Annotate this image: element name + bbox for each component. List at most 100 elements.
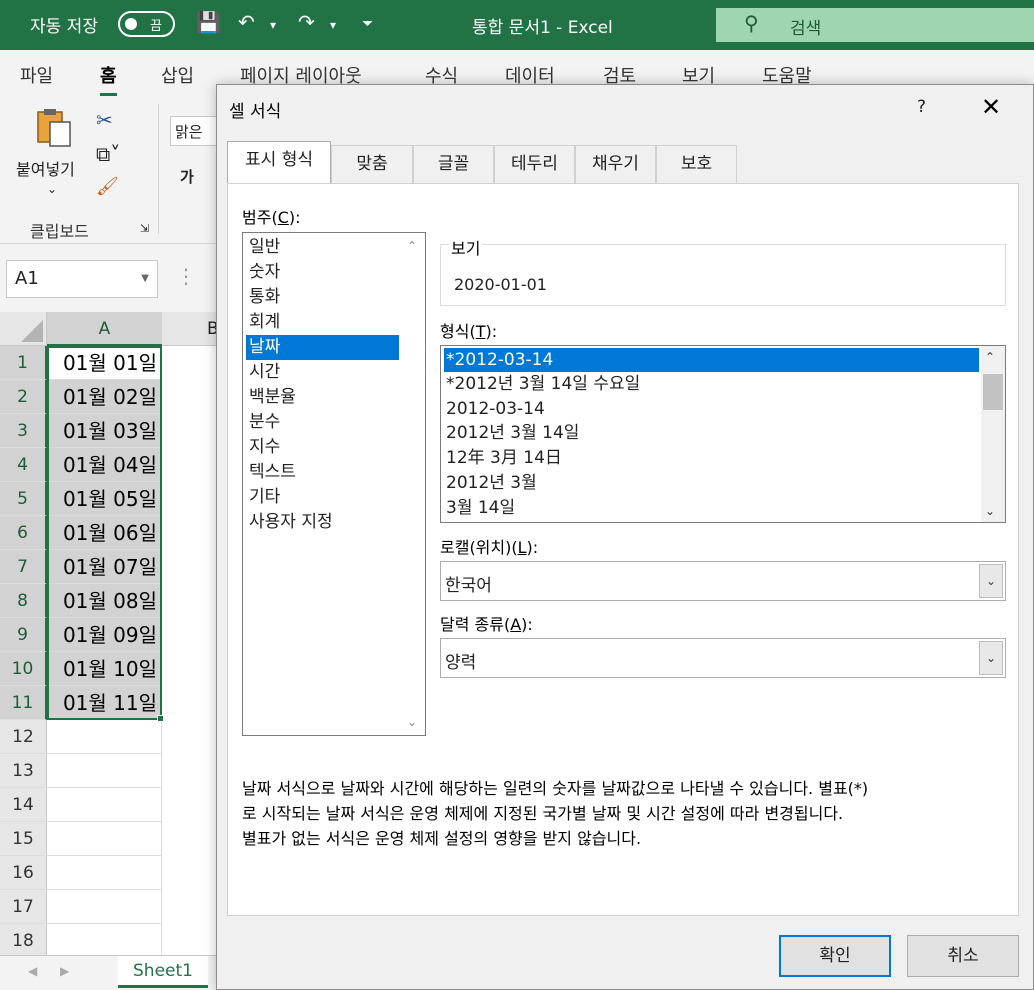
save-icon[interactable]: 💾 xyxy=(196,10,221,34)
table-cell[interactable]: 01월 04일 xyxy=(47,448,162,482)
table-cell[interactable] xyxy=(47,788,162,822)
row-header[interactable]: 15 xyxy=(0,822,47,856)
list-item[interactable]: 숫자 xyxy=(246,260,399,285)
list-item[interactable]: 2012년 3월 14일 xyxy=(444,421,979,445)
tab-border[interactable]: 테두리 xyxy=(494,145,575,183)
row-header[interactable]: 9 xyxy=(0,618,47,652)
tab-alignment[interactable]: 맞춤 xyxy=(331,145,413,183)
row-header[interactable]: 2 xyxy=(0,380,47,414)
scroll-thumb[interactable] xyxy=(983,374,1003,410)
column-header-a[interactable]: A xyxy=(47,312,162,346)
table-cell[interactable]: 01월 02일 xyxy=(47,380,162,414)
chevron-down-icon[interactable]: ⌄ xyxy=(979,564,1003,598)
list-item[interactable]: 통화 xyxy=(246,285,399,310)
calendar-select[interactable]: 양력 ⌄ xyxy=(440,638,1006,678)
search-box[interactable]: ⚲ 검색 xyxy=(716,8,1034,42)
row-header[interactable]: 10 xyxy=(0,652,47,686)
scroll-up-icon[interactable]: ⌃ xyxy=(407,239,417,253)
tab-insert[interactable]: 삽입 xyxy=(161,62,194,88)
table-cell[interactable] xyxy=(47,890,162,924)
tab-file[interactable]: 파일 xyxy=(20,62,53,88)
autosave-toggle[interactable]: 끔 xyxy=(118,11,175,37)
font-name-box[interactable]: 맑은 xyxy=(170,116,220,146)
list-item[interactable]: 기타 xyxy=(246,485,399,510)
more-icon[interactable]: ⋮ xyxy=(176,264,196,288)
paste-icon[interactable] xyxy=(34,108,74,148)
table-cell[interactable]: 01월 06일 xyxy=(47,516,162,550)
row-header[interactable]: 5 xyxy=(0,482,47,516)
column-header-b[interactable]: B xyxy=(162,312,219,346)
cell-a1[interactable]: 01월 01일 xyxy=(47,346,162,380)
copy-icon[interactable]: ⧉˅ xyxy=(96,142,120,166)
undo-icon[interactable]: ↶ xyxy=(238,10,255,34)
chevron-down-icon[interactable]: ⌄ xyxy=(979,641,1003,675)
category-scrollbar[interactable]: ⌃ ⌄ xyxy=(403,233,425,735)
paste-label[interactable]: 붙여넣기 xyxy=(16,156,75,180)
sheet-tab[interactable]: Sheet1 xyxy=(118,956,208,988)
locale-select[interactable]: 한국어 ⌄ xyxy=(440,561,1006,601)
row-header[interactable]: 13 xyxy=(0,754,47,788)
table-cell[interactable]: 01월 03일 xyxy=(47,414,162,448)
list-item-selected[interactable]: 날짜 xyxy=(246,335,399,360)
clipboard-launcher-icon[interactable]: ⇲ xyxy=(140,222,149,235)
row-header[interactable]: 17 xyxy=(0,890,47,924)
customize-qat-icon[interactable]: ⏷ xyxy=(362,16,373,32)
table-cell[interactable]: 01월 11일 xyxy=(47,686,162,720)
undo-dropdown-icon[interactable]: ▾ xyxy=(270,18,276,32)
row-header[interactable]: 12 xyxy=(0,720,47,754)
format-type-list[interactable]: *2012-03-14 *2012년 3월 14일 수요일 2012-03-14… xyxy=(440,345,1006,523)
table-cell[interactable] xyxy=(47,856,162,890)
cancel-button[interactable]: 취소 xyxy=(907,935,1019,977)
list-item[interactable]: 회계 xyxy=(246,310,399,335)
scroll-up-icon[interactable]: ⌃ xyxy=(985,350,995,364)
redo-dropdown-icon[interactable]: ▾ xyxy=(330,18,336,32)
close-icon[interactable]: ✕ xyxy=(981,93,1001,121)
help-button[interactable]: ? xyxy=(917,97,926,117)
format-scrollbar[interactable]: ⌃ ⌄ xyxy=(981,346,1005,522)
table-cell[interactable]: 01월 10일 xyxy=(47,652,162,686)
tab-fill[interactable]: 채우기 xyxy=(575,145,656,183)
row-header[interactable]: 14 xyxy=(0,788,47,822)
paste-dropdown-icon[interactable]: ⌄ xyxy=(47,182,57,196)
bold-button[interactable]: 가 xyxy=(180,166,194,187)
table-cell[interactable] xyxy=(47,822,162,856)
list-item[interactable]: 12年 3月 14日 xyxy=(444,446,979,470)
list-item[interactable]: 2012년 3월 xyxy=(444,471,979,495)
table-cell[interactable] xyxy=(47,720,162,754)
row-header[interactable]: 4 xyxy=(0,448,47,482)
scroll-down-icon[interactable]: ⌄ xyxy=(407,715,417,729)
list-item[interactable]: 사용자 지정 xyxy=(246,510,399,535)
table-cell[interactable]: 01월 07일 xyxy=(47,550,162,584)
ok-button[interactable]: 확인 xyxy=(779,935,891,977)
table-cell[interactable]: 01월 09일 xyxy=(47,618,162,652)
list-item[interactable]: 텍스트 xyxy=(246,460,399,485)
chevron-down-icon[interactable]: ▼ xyxy=(141,273,149,284)
cut-icon[interactable]: ✂ xyxy=(96,108,113,132)
format-painter-icon[interactable]: 🖌 xyxy=(96,176,119,197)
list-item[interactable]: 일반 xyxy=(246,235,399,260)
list-item[interactable]: 지수 xyxy=(246,435,399,460)
table-cell[interactable] xyxy=(47,924,162,958)
tab-number[interactable]: 표시 형식 xyxy=(227,141,331,184)
fill-handle[interactable] xyxy=(157,715,164,722)
table-cell[interactable]: 01월 08일 xyxy=(47,584,162,618)
list-item[interactable]: 분수 xyxy=(246,410,399,435)
tab-font[interactable]: 글꼴 xyxy=(413,145,494,183)
row-header[interactable]: 8 xyxy=(0,584,47,618)
table-cell[interactable] xyxy=(47,754,162,788)
list-item[interactable]: 시간 xyxy=(246,360,399,385)
name-box[interactable]: A1 ▼ xyxy=(6,260,158,298)
list-item[interactable]: 3월 14일 xyxy=(444,496,979,520)
row-header[interactable]: 1 xyxy=(0,346,47,380)
list-item[interactable]: *2012년 3월 14일 수요일 xyxy=(444,372,979,396)
sheet-next-icon[interactable]: ▶ xyxy=(60,964,69,978)
category-list[interactable]: 일반 숫자 통화 회계 날짜 시간 백분율 분수 지수 텍스트 기타 사용자 지… xyxy=(242,232,426,736)
row-header[interactable]: 7 xyxy=(0,550,47,584)
row-header[interactable]: 3 xyxy=(0,414,47,448)
row-header[interactable]: 18 xyxy=(0,924,47,958)
select-all-button[interactable] xyxy=(0,312,47,346)
row-header[interactable]: 11 xyxy=(0,686,47,720)
scroll-down-icon[interactable]: ⌄ xyxy=(985,504,995,518)
redo-icon[interactable]: ↷ xyxy=(298,10,315,34)
row-header[interactable]: 16 xyxy=(0,856,47,890)
